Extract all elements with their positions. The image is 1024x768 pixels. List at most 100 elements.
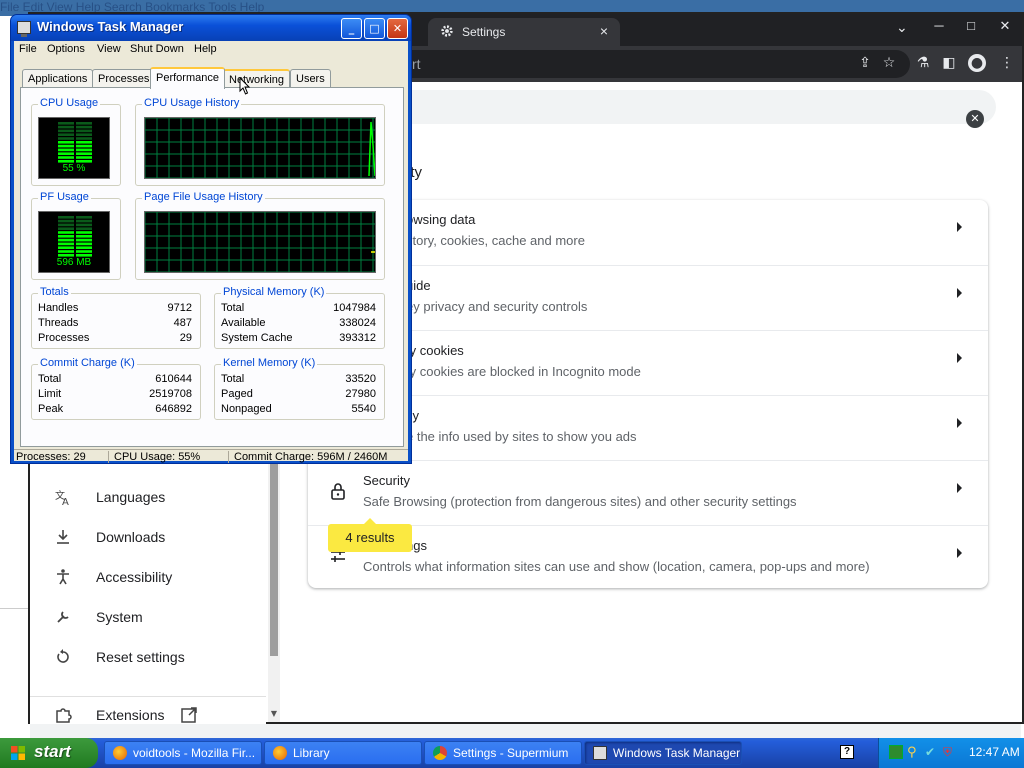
taskbar-button-settings-supermium[interactable]: Settings - Supermium (424, 741, 582, 765)
chevron-right-icon (957, 222, 962, 232)
cpu-usage-group: CPU Usage 55 % (31, 97, 121, 186)
stat-key: Handles (38, 302, 79, 314)
stat-row-threads: Threads 487 (38, 317, 192, 331)
stat-value: 2519708 (149, 388, 192, 400)
meter-segment (76, 156, 92, 159)
status-cpu-usage: CPU Usage: 55% (114, 451, 201, 463)
stat-key: Paged (221, 388, 253, 400)
windows-logo-icon (11, 746, 25, 760)
meter-segment (76, 144, 92, 148)
sidebar-divider (30, 696, 266, 697)
profile-avatar-icon[interactable]: ● (968, 54, 986, 72)
sidebar-item-label: Accessibility (96, 569, 173, 585)
meter-segment (76, 141, 92, 144)
start-button[interactable]: start (0, 738, 98, 768)
settings-sidebar: 文 A Languages Downloads Accessibility Sy… (30, 464, 266, 724)
tab-applications[interactable]: Applications (22, 69, 94, 88)
clear-search-icon[interactable]: ✕ (966, 110, 984, 128)
stat-value: 29 (179, 332, 192, 344)
meter-segment (58, 144, 74, 148)
side-panel-icon[interactable]: ◧ (940, 54, 958, 72)
stat-key: System Cache (221, 332, 293, 344)
meter-segment (76, 148, 92, 152)
minimize-button[interactable]: _ (341, 18, 362, 39)
pf-history-graph (144, 211, 376, 273)
group-label: Page File Usage History (142, 191, 265, 203)
meter-segment (58, 235, 74, 238)
taskbar-button-voidtools-firefox[interactable]: voidtools - Mozilla Fir... (104, 741, 262, 765)
row-desc: Safe Browsing (protection from dangerous… (363, 494, 797, 509)
tab-networking[interactable]: Networking (223, 69, 291, 88)
task-manager-body: File Options View Shut Down Help Applica… (14, 41, 408, 463)
taskbar-button-library[interactable]: Library (264, 741, 422, 765)
security-shield-icon[interactable]: ⛨ (943, 745, 957, 759)
menu-file[interactable]: File (19, 43, 37, 55)
stat-value: 338024 (339, 317, 376, 329)
meter-segment (76, 137, 92, 140)
tab-search-chevron-icon[interactable]: ⌄ (896, 20, 908, 36)
meter-segment (76, 152, 92, 155)
firefox-icon (113, 746, 127, 760)
stat-row-handles: Handles 9712 (38, 302, 192, 316)
close-button[interactable]: ✕ (387, 18, 408, 39)
row-title: ty cookies (406, 343, 464, 358)
taskbar-button-label: Windows Task Manager (613, 746, 741, 760)
stat-key: Limit (38, 388, 62, 400)
group-label: Kernel Memory (K) (221, 357, 318, 369)
menu-options[interactable]: Options (47, 43, 85, 55)
taskbar-button-task-manager[interactable]: Windows Task Manager (584, 741, 742, 765)
tab-close-icon[interactable]: × (600, 23, 608, 39)
menu-view[interactable]: View (97, 43, 121, 55)
stat-value: 9712 (167, 302, 192, 314)
clock[interactable]: 12:47 AM (969, 745, 1020, 759)
tab-settings[interactable]: Settings × (428, 18, 620, 46)
experiments-icon[interactable]: ⚗ (914, 54, 932, 72)
tab-performance[interactable]: Performance (150, 67, 225, 89)
settings-row-security[interactable]: Security Safe Browsing (protection from … (308, 460, 988, 525)
cpu-usage-value: 55 % (62, 163, 86, 174)
tab-users[interactable]: Users (290, 69, 331, 88)
taskbar: start voidtools - Mozilla Fir... Library… (0, 738, 1024, 768)
translate-icon: 文 A (55, 489, 69, 506)
pf-meter-bars (58, 216, 92, 257)
scroll-down-arrow-icon[interactable]: ▼ (268, 709, 280, 718)
chevron-right-icon (957, 353, 962, 363)
wrench-icon (57, 611, 69, 623)
meter-segment (76, 122, 92, 125)
puzzle-icon (56, 708, 72, 723)
minimize-button[interactable]: ─ (924, 18, 954, 33)
close-button[interactable]: ✕ (990, 18, 1020, 34)
maximize-button[interactable]: □ (364, 18, 385, 39)
row-desc: story, cookies, cache and more (406, 233, 585, 248)
maximize-button[interactable]: □ (956, 18, 986, 33)
taskbar-button-label: voidtools - Mozilla Fir... (133, 746, 256, 760)
svg-text:A: A (62, 497, 69, 506)
scrollbar-thumb[interactable] (270, 464, 278, 656)
menu-kebab-icon[interactable]: ⋮ (998, 54, 1016, 72)
external-link-icon (181, 707, 197, 723)
task-manager-titlebar[interactable]: Windows Task Manager _ □ ✕ (11, 15, 411, 41)
sidebar-scrollbar[interactable]: ▼ (268, 464, 280, 722)
bookmark-star-icon[interactable]: ☆ (880, 54, 898, 72)
menu-help[interactable]: Help (194, 43, 217, 55)
meter-segment (58, 246, 74, 249)
stat-value: 5540 (351, 403, 376, 415)
share-icon[interactable]: ⇪ (856, 54, 874, 72)
meter-segment (76, 133, 92, 136)
pf-usage-value: 596 MB (56, 257, 92, 268)
meter-segment (58, 242, 74, 246)
status-separator (228, 451, 229, 463)
chevron-right-icon (957, 483, 962, 493)
address-bar[interactable]: rt (390, 50, 910, 78)
group-label: Commit Charge (K) (38, 357, 137, 369)
help-icon[interactable]: ? (840, 745, 854, 759)
taskbar-button-label: Library (293, 746, 330, 760)
task-manager-tray-icon[interactable] (889, 745, 903, 759)
tab-processes[interactable]: Processes (92, 69, 156, 88)
stat-row-available: Available 338024 (221, 317, 376, 331)
menu-shut-down[interactable]: Shut Down (130, 43, 184, 55)
stat-key: Total (38, 373, 62, 385)
search-icon[interactable]: ⚲ (907, 745, 921, 760)
network-icon[interactable]: ✔ (925, 745, 939, 759)
meter-segment (58, 125, 74, 129)
